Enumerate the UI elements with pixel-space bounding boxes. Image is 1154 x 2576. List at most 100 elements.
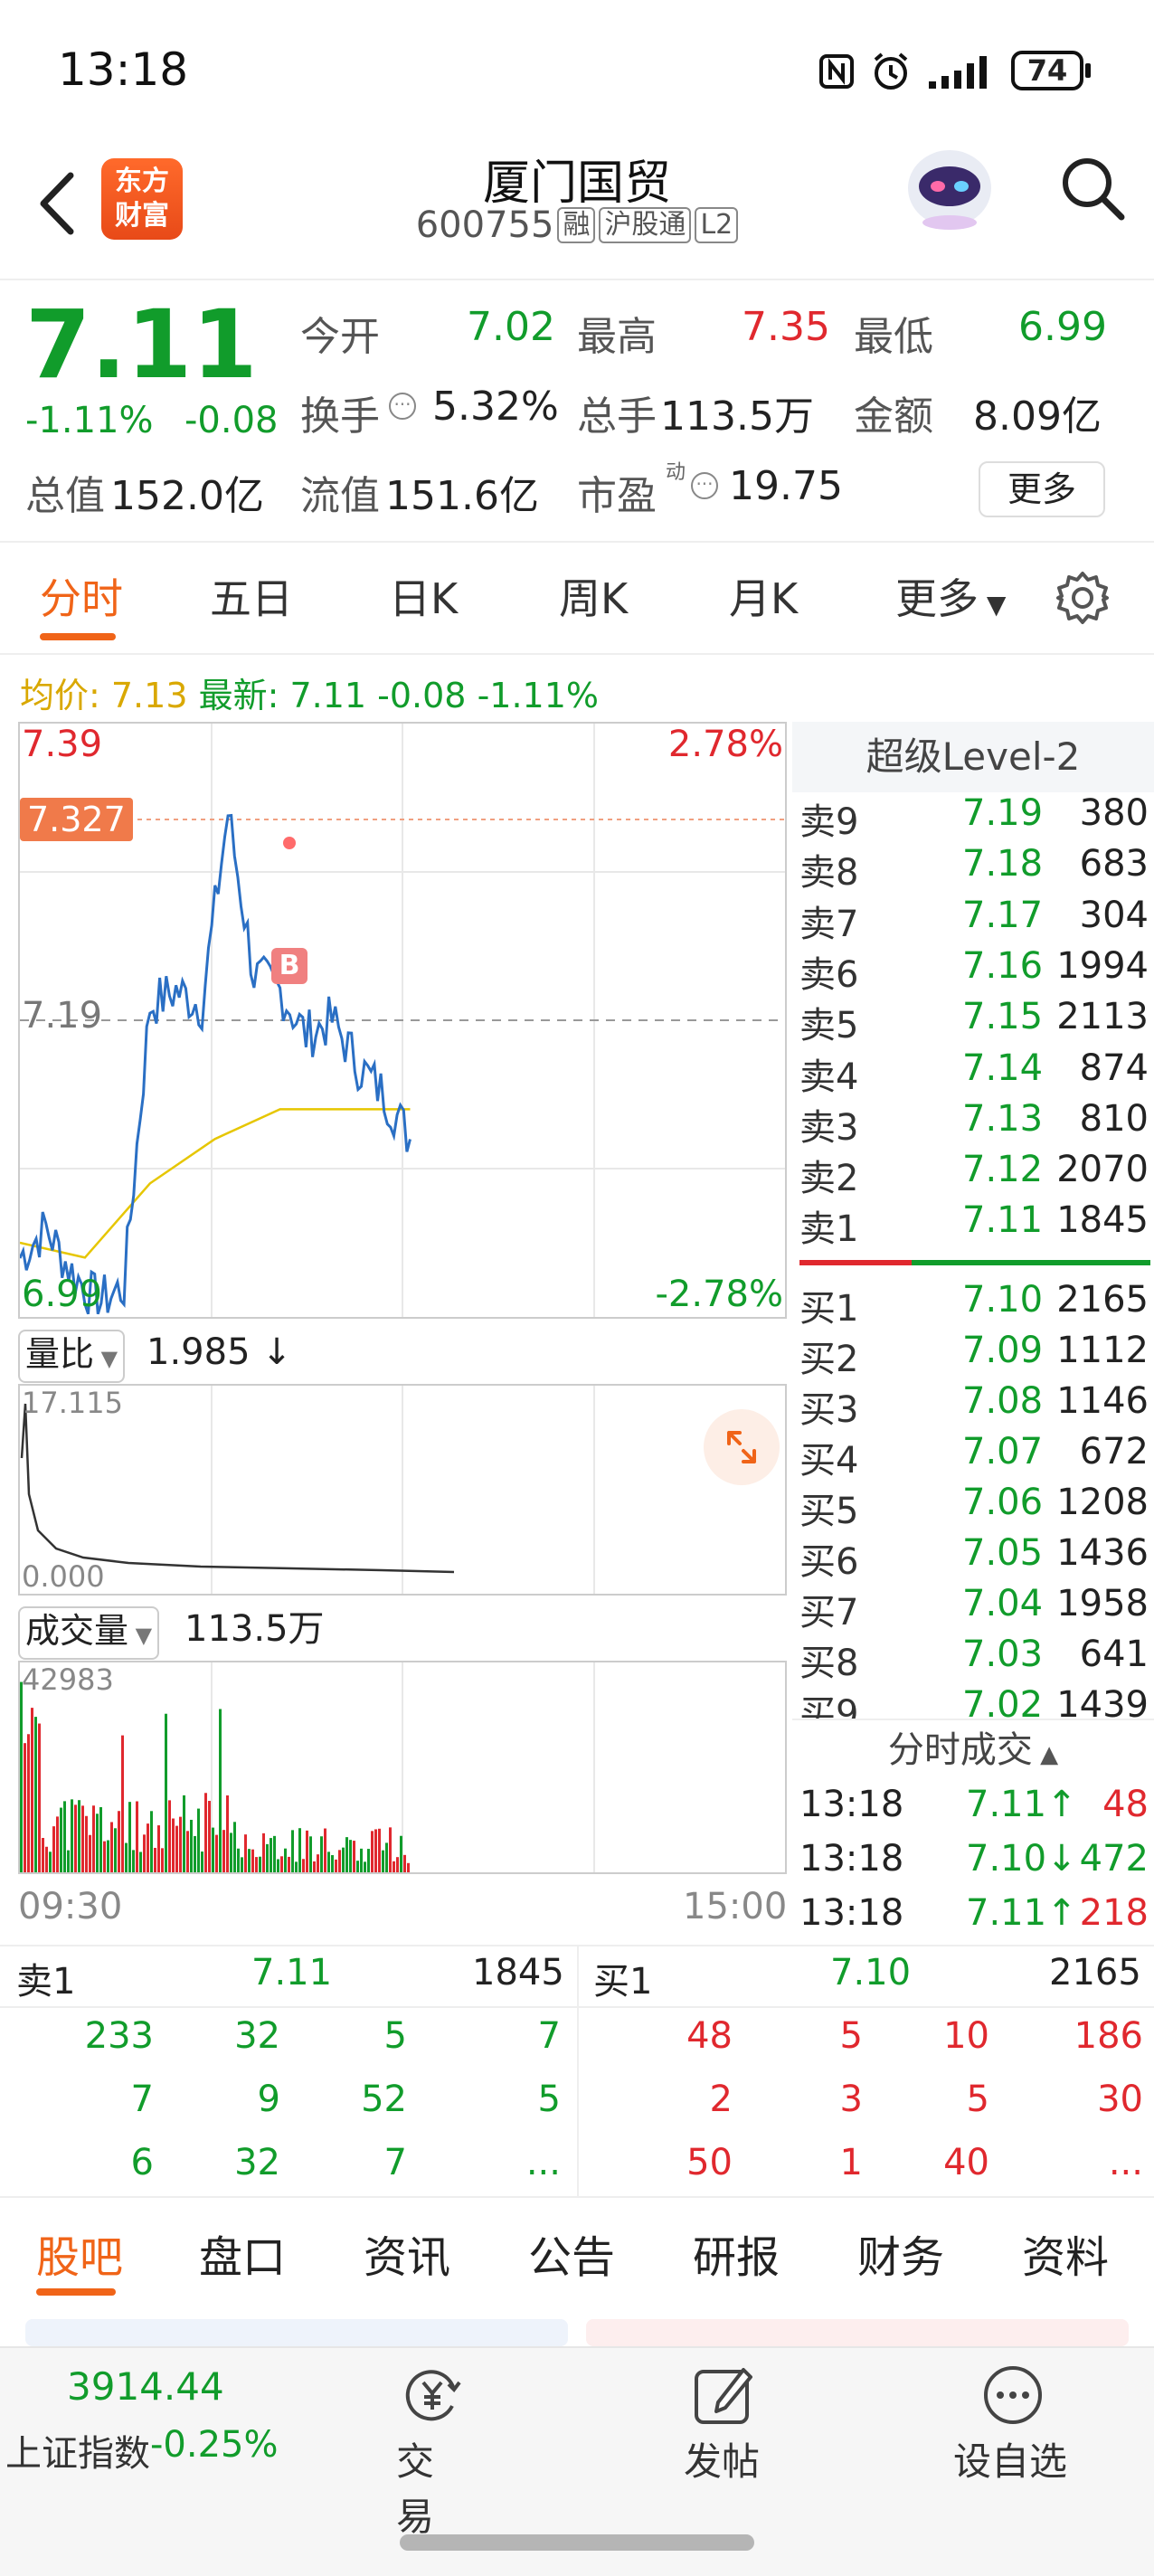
volume-selector[interactable]: 成交量 ▼: [18, 1606, 160, 1660]
tab-weekly-k[interactable]: 周K: [559, 566, 628, 626]
volume-bar: [331, 1855, 334, 1872]
tab-five-day[interactable]: 五日: [210, 566, 293, 626]
tab-news[interactable]: 资讯: [364, 2221, 450, 2285]
volume-bar: [125, 1842, 128, 1872]
chart-legend: 均价: 7.13 最新: 7.11 -0.08 -1.11%: [20, 668, 599, 717]
index-value[interactable]: 3914.44: [67, 2364, 224, 2409]
bid-row[interactable]: 买6 7.05 1436: [799, 1532, 1154, 1583]
ask-row[interactable]: 卖5 7.15 2113: [799, 996, 1154, 1046]
open-value: 7.02: [467, 304, 555, 350]
content-card-right[interactable]: [586, 2319, 1129, 2346]
vol-ratio-value: 1.985 ↓: [147, 1331, 292, 1373]
tab-monthly-k[interactable]: 月K: [729, 566, 798, 626]
pe-info-icon[interactable]: ···: [691, 472, 718, 499]
tab-pankou[interactable]: 盘口: [199, 2221, 286, 2285]
tab-profile[interactable]: 资料: [1022, 2221, 1109, 2285]
current-price: 7.11: [25, 289, 258, 400]
ask-label: 卖7: [799, 903, 859, 945]
alarm-icon: [874, 52, 908, 90]
sell-queue-cell: 7: [383, 2142, 407, 2183]
market-cap-label: 总值: [25, 473, 105, 519]
bid-row[interactable]: 买5 7.06 1208: [799, 1482, 1154, 1532]
volume-bar: [118, 1811, 120, 1872]
ask-row[interactable]: 卖2 7.12 2070: [799, 1149, 1154, 1199]
ask-volume: 810: [1079, 1097, 1149, 1140]
pct-label-top: 2.78%: [667, 724, 783, 765]
tab-announcements[interactable]: 公告: [528, 2221, 615, 2285]
ask-volume: 380: [1079, 792, 1149, 834]
expand-icon: [727, 1431, 756, 1463]
ask-row[interactable]: 卖6 7.16 1994: [799, 945, 1154, 996]
volume-bar: [349, 1840, 352, 1872]
volume-bar: [24, 1743, 26, 1872]
volume-bar: [309, 1836, 312, 1872]
bid-row[interactable]: 买4 7.07 672: [799, 1431, 1154, 1482]
buy-queue-cell: 30: [1097, 2079, 1143, 2120]
robot-assistant-icon[interactable]: [900, 136, 999, 235]
search-icon[interactable]: [1056, 152, 1129, 224]
bid-row[interactable]: 买2 7.09 1112: [799, 1330, 1154, 1380]
ask-row[interactable]: 卖1 7.11 1845: [799, 1199, 1154, 1250]
ask-row[interactable]: 卖4 7.14 874: [799, 1047, 1154, 1098]
tab-intraday[interactable]: 分时: [40, 566, 123, 626]
buy-marker[interactable]: B: [271, 948, 307, 984]
volume-bar: [255, 1857, 258, 1872]
queue-sell-price: 7.11: [251, 1952, 333, 1994]
tag-level2: L2: [695, 207, 739, 243]
ask-row[interactable]: 卖9 7.19 380: [799, 792, 1154, 843]
add-watchlist-button[interactable]: 设自选: [953, 2359, 1071, 2486]
volume-bar: [89, 1834, 91, 1872]
info-dots-icon[interactable]: ···: [389, 393, 416, 420]
bid-row[interactable]: 买1 7.10 2165: [799, 1279, 1154, 1330]
intraday-chart[interactable]: 7.39 7.19 6.99 2.78% -2.78% 7.327 B: [18, 722, 787, 1319]
tab-more[interactable]: 更多 ▼: [895, 566, 1006, 626]
settings-gear-icon[interactable]: [1055, 570, 1111, 626]
content-card-left[interactable]: [25, 2319, 568, 2346]
volume-bar: [81, 1805, 84, 1872]
ask-label: 卖5: [799, 1005, 859, 1047]
volume-bar: [353, 1841, 355, 1872]
volume-bar: [262, 1833, 265, 1872]
tab-research[interactable]: 研报: [693, 2221, 780, 2285]
bid-row[interactable]: 买7 7.04 1958: [799, 1583, 1154, 1634]
float-cap-label: 流值: [300, 473, 380, 519]
tick-volume: 48: [1102, 1784, 1149, 1825]
volume-bar: [374, 1829, 377, 1872]
sell-queue-cell: 233: [84, 2015, 154, 2057]
tab-guba[interactable]: 股吧: [36, 2221, 123, 2285]
tag-margin: 融: [557, 207, 596, 243]
expand-button[interactable]: [704, 1409, 780, 1485]
bid-row[interactable]: 买9 7.02 1439: [799, 1684, 1154, 1720]
ask-label: 卖6: [799, 953, 859, 996]
home-indicator[interactable]: [400, 2534, 754, 2551]
trade-button[interactable]: 交易: [396, 2359, 468, 2539]
more-button[interactable]: 更多: [979, 461, 1105, 517]
bid-row[interactable]: 买8 7.03 641: [799, 1634, 1154, 1684]
ask-row[interactable]: 卖3 7.13 810: [799, 1098, 1154, 1149]
high-value: 7.35: [742, 304, 830, 350]
tick-price: 7.11↑: [966, 1892, 1077, 1934]
bid-label: 买3: [799, 1389, 859, 1431]
open-label: 今开: [300, 314, 380, 360]
volume-bar: [194, 1835, 196, 1872]
turnover-label: 换手: [300, 393, 380, 440]
tab-financials[interactable]: 财务: [857, 2221, 944, 2285]
ask-volume: 1845: [1056, 1199, 1149, 1242]
index-name[interactable]: 上证指数: [5, 2424, 150, 2477]
time-axis-start: 09:30: [18, 1886, 123, 1927]
volume-bar: [385, 1842, 388, 1872]
bid-row[interactable]: 买3 7.08 1146: [799, 1380, 1154, 1431]
vol-ratio-selector[interactable]: 量比 ▼: [18, 1330, 126, 1383]
sell-queue-cell: 9: [257, 2079, 280, 2120]
amount-label: 金额: [854, 393, 933, 440]
volume-bar: [204, 1793, 207, 1872]
order-book-title[interactable]: 超级Level-2: [792, 722, 1154, 792]
volume-bar: [237, 1848, 240, 1872]
volume-bar: [190, 1819, 193, 1872]
ticks-title[interactable]: 分时成交 ▲: [792, 1719, 1154, 1778]
tab-daily-k[interactable]: 日K: [389, 566, 458, 626]
volume-bar: [317, 1854, 319, 1872]
ask-row[interactable]: 卖7 7.17 304: [799, 895, 1154, 945]
post-button[interactable]: 发帖: [684, 2359, 761, 2486]
ask-row[interactable]: 卖8 7.18 683: [799, 843, 1154, 894]
